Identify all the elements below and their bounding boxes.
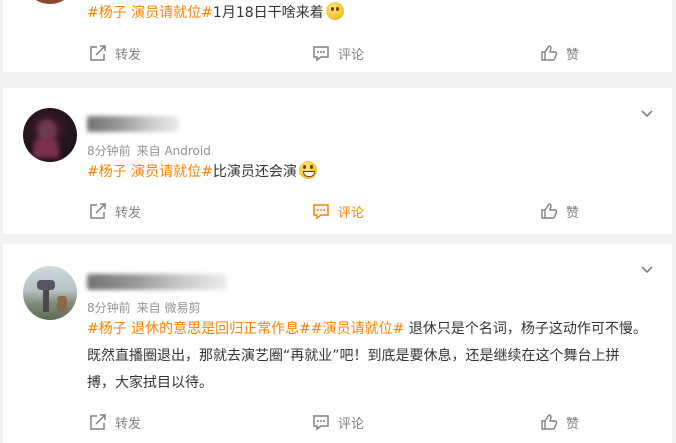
like-button[interactable]: 赞 [540,38,579,68]
repost-label: 转发 [115,47,142,63]
post-source: 来自 微易剪 [136,301,201,315]
post-card: 8分钟前 来自 Android #杨子 演员请就位#比演员还会演 转发 评论 赞 [3,88,672,234]
share-icon [90,414,106,430]
thumbs-up-icon [541,414,558,430]
post-meta: 8分钟前 来自 微易剪 [87,299,206,316]
post-meta: 8分钟前 来自 Android [87,142,217,159]
like-button[interactable]: 赞 [540,407,579,437]
post-text: 1月18日干啥来着 [212,5,324,21]
like-label: 赞 [566,416,580,432]
avatar[interactable] [23,0,77,4]
like-label: 赞 [566,47,580,63]
repost-button[interactable]: 转发 [89,38,141,68]
post-card: #杨子 演员请就位#1月18日干啥来着 转发 评论 赞 [3,0,672,72]
comment-label: 评论 [338,416,365,432]
topic-tag[interactable]: #杨子 演员请就位# [87,164,213,180]
comment-icon [313,415,329,431]
share-icon [90,45,106,61]
post-time[interactable]: 8分钟前 [87,301,131,315]
username-redacted[interactable] [87,116,179,132]
comment-icon [313,46,329,62]
repost-label: 转发 [115,205,142,221]
avatar[interactable] [23,108,77,162]
comment-label: 评论 [338,47,365,63]
repost-button[interactable]: 转发 [89,407,141,437]
username-redacted[interactable] [87,274,227,290]
grin-emoji-icon [298,161,317,179]
like-label: 赞 [566,205,580,221]
comment-label: 评论 [338,205,365,221]
post-content: #杨子 演员请就位#1月18日干啥来着 [87,0,647,27]
comment-button[interactable]: 评论 [312,196,364,226]
comment-button[interactable]: 评论 [312,38,364,68]
post-content: #杨子 退休的意思是回归正常作息##演员请就位# 退休只是个名词，杨子这动作可不… [87,316,647,397]
action-bar: 转发 评论 赞 [3,407,672,437]
thumbs-up-icon [541,45,558,61]
post-time[interactable]: 8分钟前 [87,144,131,158]
action-bar: 转发 评论 赞 [3,38,672,68]
like-button[interactable]: 赞 [540,196,579,226]
comment-button[interactable]: 评论 [312,407,364,437]
repost-button[interactable]: 转发 [89,196,141,226]
post-text: 比演员还会演 [212,164,297,180]
share-icon [90,203,106,219]
chevron-down-icon[interactable] [640,106,654,120]
post-content: #杨子 演员请就位#比演员还会演 [87,159,647,186]
post-card: 8分钟前 来自 微易剪 #杨子 退休的意思是回归正常作息##演员请就位# 退休只是… [3,244,672,443]
post-source: 来自 Android [136,144,211,158]
avatar[interactable] [23,266,77,320]
topic-tag[interactable]: #杨子 退休的意思是回归正常作息##演员请就位# [87,321,404,337]
thumbs-up-icon [541,203,558,219]
repost-label: 转发 [115,416,142,432]
comment-icon [313,204,329,220]
chevron-down-icon[interactable] [640,262,654,276]
thinking-emoji-icon [325,2,344,20]
topic-tag[interactable]: #杨子 演员请就位# [87,5,213,21]
action-bar: 转发 评论 赞 [3,196,672,226]
